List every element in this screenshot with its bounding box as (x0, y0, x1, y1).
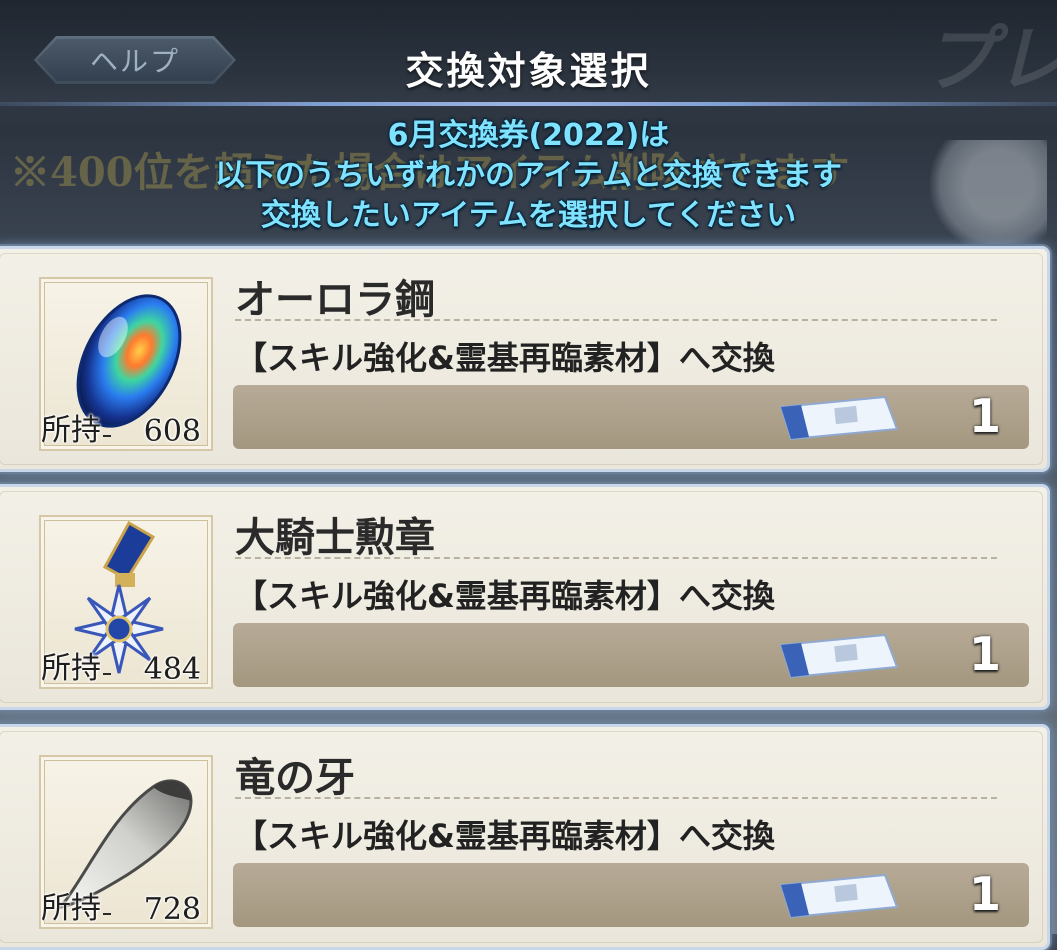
owned-label: 所持 (41, 413, 101, 448)
owned-count: 608 (143, 414, 201, 449)
cost-bar: 1 (233, 863, 1029, 927)
item-description: 【スキル強化&霊基再臨素材】へ交換 (235, 339, 775, 377)
item-description: 【スキル強化&霊基再臨素材】へ交換 (235, 577, 775, 615)
owned-count-row: 所持 484 (41, 647, 207, 687)
exchange-ticket-icon (779, 873, 899, 919)
divider (235, 797, 997, 799)
header-bar: プレ ヘルプ 交換対象選択 (0, 0, 1057, 104)
item-name: 大騎士勲章 (235, 514, 435, 561)
exchange-item-card[interactable]: 所持 484 大騎士勲章 【スキル強化&霊基再臨素材】へ交換 1 (0, 484, 1050, 710)
item-name: オーロラ鋼 (235, 276, 435, 323)
divider (235, 557, 997, 559)
notice-line-2: 以下のうちいずれかのアイテムと交換できます (215, 158, 842, 193)
cost-bar: 1 (233, 385, 1029, 449)
page-title: 交換対象選択 (405, 49, 652, 93)
owned-count-row: 所持 608 (41, 409, 207, 449)
exchange-notice: 6月交換券(2022)は 以下のうちいずれかのアイテムと交換できます 交換したい… (0, 116, 1057, 236)
cost-bar: 1 (233, 623, 1029, 687)
exchange-item-card[interactable]: 所持 608 オーロラ鋼 【スキル強化&霊基再臨素材】へ交換 1 (0, 246, 1050, 472)
exchange-ticket-icon (779, 395, 899, 441)
exchange-ticket-icon (779, 633, 899, 679)
notice-line-1: 6月交換券(2022)は (387, 118, 670, 153)
cost-amount: 1 (968, 627, 1001, 681)
notice-line-3: 交換したいアイテムを選択してください (260, 198, 797, 233)
exchange-item-card[interactable]: 所持 728 竜の牙 【スキル強化&霊基再臨素材】へ交換 1 (0, 724, 1050, 950)
owned-count-row: 所持 728 (41, 887, 207, 927)
divider (235, 319, 997, 321)
owned-count: 728 (143, 892, 201, 927)
cost-amount: 1 (968, 867, 1001, 921)
owned-count: 484 (143, 652, 201, 687)
cost-amount: 1 (968, 389, 1001, 443)
item-name: 竜の牙 (235, 754, 355, 801)
owned-label: 所持 (41, 651, 101, 686)
item-description: 【スキル強化&霊基再臨素材】へ交換 (235, 817, 775, 855)
owned-label: 所持 (41, 891, 101, 926)
header-divider (0, 102, 1057, 106)
